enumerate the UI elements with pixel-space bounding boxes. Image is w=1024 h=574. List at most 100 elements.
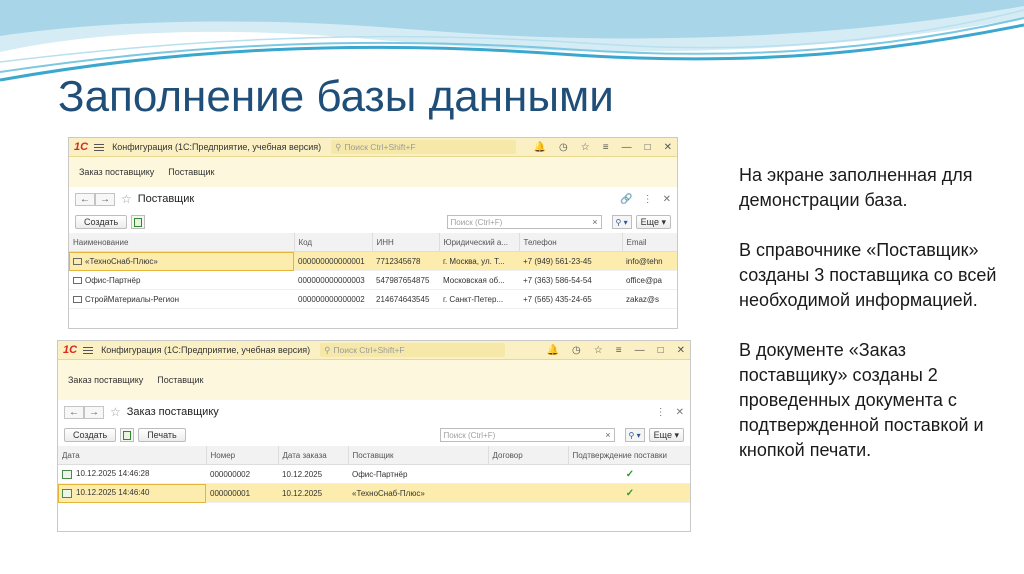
form-header: ← → ☆ Заказ поставщику ⋮ ✕ bbox=[58, 400, 690, 424]
search-dropdown-button[interactable]: ⚲ ▾ bbox=[611, 215, 632, 229]
favorite-star-icon[interactable]: ☆ bbox=[121, 192, 132, 206]
clear-icon[interactable]: × bbox=[592, 217, 600, 227]
star-icon[interactable]: ☆ bbox=[594, 345, 603, 356]
column-header[interactable]: Email bbox=[622, 233, 677, 252]
column-header[interactable]: Наименование bbox=[69, 233, 295, 252]
cell-order-date[interactable]: 10.12.2025 bbox=[278, 464, 348, 484]
close-form-icon[interactable]: ✕ bbox=[663, 194, 671, 205]
cell-date[interactable]: 10.12.2025 14:46:40 bbox=[58, 483, 206, 503]
more-button[interactable]: Еще ▾ bbox=[635, 215, 671, 229]
section-link-supplier[interactable]: Поставщик bbox=[168, 167, 214, 177]
column-header[interactable]: Дата заказа bbox=[278, 446, 349, 465]
more-vert-icon[interactable]: ⋮ bbox=[643, 194, 653, 205]
table-row[interactable]: 10.12.2025 14:46:28 000000002 10.12.2025… bbox=[58, 464, 690, 484]
column-header[interactable]: Номер bbox=[206, 446, 279, 465]
cell-address[interactable]: г. Санкт-Петер... bbox=[439, 289, 519, 309]
delivery-confirmed-check-icon[interactable]: ✓ bbox=[568, 464, 690, 484]
cell-code[interactable]: 000000000000003 bbox=[294, 270, 372, 290]
cell-name[interactable]: Офис-Партнёр bbox=[69, 270, 294, 290]
column-header[interactable]: ИНН bbox=[372, 233, 440, 252]
forward-button[interactable]: → bbox=[95, 192, 115, 206]
cell-phone[interactable]: +7 (363) 586-54-54 bbox=[519, 270, 622, 290]
cell-supplier[interactable]: «ТехноСнаб-Плюс» bbox=[348, 483, 488, 503]
column-header[interactable]: Договор bbox=[488, 446, 569, 465]
search-placeholder: Поиск Ctrl+Shift+F bbox=[333, 345, 405, 355]
main-menu-icon[interactable] bbox=[94, 143, 105, 151]
forward-button[interactable]: → bbox=[84, 405, 104, 419]
copy-icon[interactable] bbox=[120, 428, 135, 442]
cell-inn[interactable]: 547987654875 bbox=[372, 270, 439, 290]
main-menu-icon[interactable] bbox=[83, 346, 94, 354]
link-icon[interactable]: 🔗 bbox=[620, 194, 632, 205]
back-button[interactable]: ← bbox=[64, 405, 84, 419]
close-icon[interactable]: ✕ bbox=[677, 345, 685, 356]
cell-contract[interactable] bbox=[488, 464, 568, 484]
1c-logo: 1С bbox=[74, 141, 89, 153]
posted-document-icon bbox=[62, 488, 72, 498]
table-row[interactable]: Офис-Партнёр 000000000000003 54798765487… bbox=[69, 270, 677, 290]
config-title: Конфигурация (1С:Предприятие, учебная ве… bbox=[112, 142, 322, 152]
cell-number[interactable]: 000000001 bbox=[206, 483, 278, 503]
column-header[interactable]: Юридический а... bbox=[439, 233, 520, 252]
bell-icon[interactable]: 🔔 bbox=[547, 345, 559, 356]
history-icon[interactable]: ◷ bbox=[559, 142, 568, 153]
print-button[interactable]: Печать bbox=[138, 428, 186, 442]
cell-supplier[interactable]: Офис-Партнёр bbox=[348, 464, 488, 484]
bell-icon[interactable]: 🔔 bbox=[534, 142, 546, 153]
create-button[interactable]: Создать bbox=[75, 215, 128, 229]
menu-icon[interactable]: ≡ bbox=[603, 142, 609, 153]
cell-contract[interactable] bbox=[488, 483, 568, 503]
cell-email[interactable]: info@tehn bbox=[622, 251, 677, 271]
cell-number[interactable]: 000000002 bbox=[206, 464, 278, 484]
column-header[interactable]: Подтверждение поставки bbox=[568, 446, 690, 465]
list-search-input[interactable]: Поиск (Ctrl+F) × bbox=[439, 428, 615, 442]
cell-name[interactable]: «ТехноСнаб-Плюс» bbox=[69, 251, 294, 271]
cell-inn[interactable]: 7712345678 bbox=[372, 251, 439, 271]
cell-email[interactable]: office@pa bbox=[622, 270, 677, 290]
menu-icon[interactable]: ≡ bbox=[616, 345, 622, 356]
cell-phone[interactable]: +7 (565) 435-24-65 bbox=[519, 289, 622, 309]
cell-phone[interactable]: +7 (949) 561-23-45 bbox=[519, 251, 622, 271]
section-link-order[interactable]: Заказ поставщику bbox=[79, 167, 154, 177]
copy-icon[interactable] bbox=[131, 215, 146, 229]
cell-order-date[interactable]: 10.12.2025 bbox=[278, 483, 348, 503]
cell-inn[interactable]: 214674643545 bbox=[372, 289, 439, 309]
create-button[interactable]: Создать bbox=[64, 428, 117, 442]
global-search-input[interactable]: ⚲ Поиск Ctrl+Shift+F bbox=[320, 343, 506, 357]
column-header[interactable]: Поставщик bbox=[348, 446, 489, 465]
cell-date[interactable]: 10.12.2025 14:46:28 bbox=[58, 464, 206, 484]
cell-address[interactable]: г. Москва, ул. Т... bbox=[439, 251, 519, 271]
cell-name[interactable]: СтройМатериалы-Регион bbox=[69, 289, 294, 309]
table-row[interactable]: 10.12.2025 14:46:40 000000001 10.12.2025… bbox=[58, 483, 690, 503]
table-row[interactable]: «ТехноСнаб-Плюс» 000000000000001 7712345… bbox=[69, 251, 677, 271]
column-header[interactable]: Код bbox=[294, 233, 373, 252]
posted-document-icon bbox=[62, 469, 72, 479]
history-icon[interactable]: ◷ bbox=[572, 345, 581, 356]
list-search-input[interactable]: Поиск (Ctrl+F) × bbox=[446, 215, 602, 229]
section-panel: Заказ поставщику Поставщик bbox=[69, 157, 677, 187]
back-button[interactable]: ← bbox=[75, 192, 95, 206]
minimize-icon[interactable]: — bbox=[635, 345, 645, 356]
more-button[interactable]: Еще ▾ bbox=[648, 428, 684, 442]
close-form-icon[interactable]: ✕ bbox=[676, 407, 684, 418]
more-vert-icon[interactable]: ⋮ bbox=[656, 407, 666, 418]
cell-code[interactable]: 000000000000002 bbox=[294, 289, 372, 309]
minimize-icon[interactable]: — bbox=[622, 142, 632, 153]
section-link-supplier[interactable]: Поставщик bbox=[157, 375, 203, 385]
delivery-confirmed-check-icon[interactable]: ✓ bbox=[568, 483, 690, 503]
cell-code[interactable]: 000000000000001 bbox=[294, 251, 372, 271]
search-dropdown-button[interactable]: ⚲ ▾ bbox=[624, 428, 645, 442]
table-row[interactable]: СтройМатериалы-Регион 000000000000002 21… bbox=[69, 289, 677, 309]
cell-email[interactable]: zakaz@s bbox=[622, 289, 677, 309]
maximize-icon[interactable]: □ bbox=[658, 345, 664, 356]
clear-icon[interactable]: × bbox=[605, 430, 613, 440]
maximize-icon[interactable]: □ bbox=[645, 142, 651, 153]
section-link-order[interactable]: Заказ поставщику bbox=[68, 375, 143, 385]
cell-address[interactable]: Московская об... bbox=[439, 270, 519, 290]
star-icon[interactable]: ☆ bbox=[581, 142, 590, 153]
favorite-star-icon[interactable]: ☆ bbox=[110, 405, 121, 419]
close-icon[interactable]: ✕ bbox=[664, 142, 672, 153]
column-header[interactable]: Телефон bbox=[519, 233, 623, 252]
column-header[interactable]: Дата bbox=[58, 446, 207, 465]
global-search-input[interactable]: ⚲ Поиск Ctrl+Shift+F bbox=[331, 140, 517, 154]
